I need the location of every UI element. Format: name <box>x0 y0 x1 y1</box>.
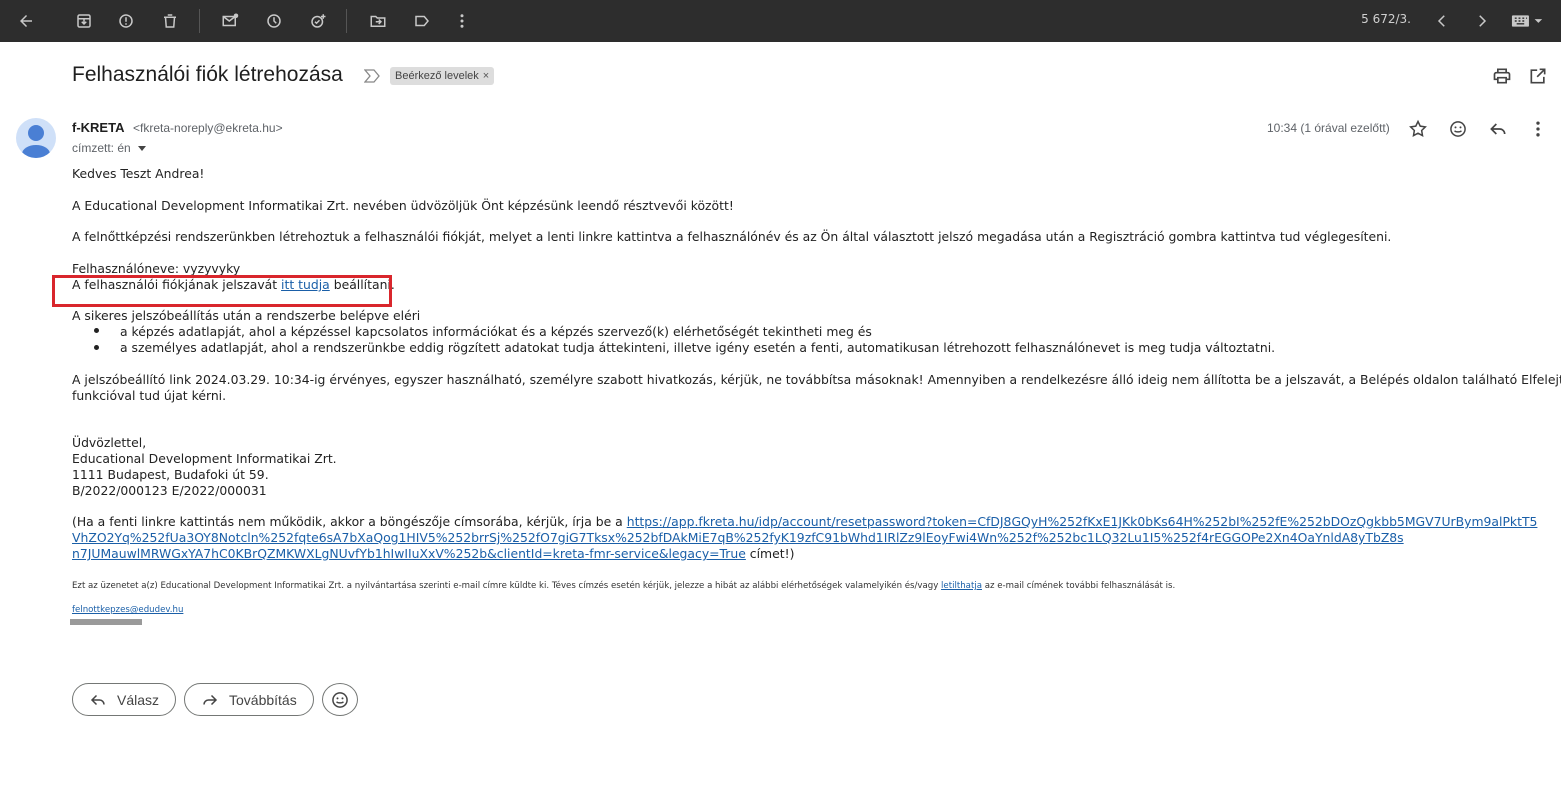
prev-icon[interactable] <box>1428 7 1456 35</box>
username-text: Felhasználóneve: vyzyvyky <box>72 261 241 276</box>
fallback-line-2: VhZO2Yq%252fUa3OY8Notcln%252fqte6sA7bXaQ… <box>72 530 1404 545</box>
sender-name[interactable]: f-KRETA <box>72 120 124 135</box>
top-toolbar: 5 672/3. <box>0 0 1561 42</box>
signature-line: 1111 Budapest, Budafoki út 59. <box>72 467 269 482</box>
contact-email-line: felnottkepzes@edudev.hu <box>72 605 183 615</box>
mark-unread-icon[interactable] <box>216 7 244 35</box>
forward-button[interactable]: Továbbítás <box>184 683 314 716</box>
show-details-icon[interactable] <box>137 145 147 153</box>
toolbar-separator <box>199 9 200 33</box>
more-vert-icon[interactable] <box>448 7 476 35</box>
sender-avatar[interactable] <box>16 118 56 158</box>
keyboard-icon[interactable] <box>1508 7 1548 35</box>
unsubscribe-link[interactable]: letilthatja <box>941 581 982 591</box>
reset-password-url-cont[interactable]: VhZO2Yq%252fUa3OY8Notcln%252fqte6sA7bXaQ… <box>72 530 1404 545</box>
forward-button-label: Továbbítás <box>229 691 297 708</box>
reply-icon[interactable] <box>1488 119 1508 139</box>
star-icon[interactable] <box>1408 119 1428 139</box>
next-icon[interactable] <box>1468 7 1496 35</box>
print-icon[interactable] <box>1492 66 1512 86</box>
emoji-icon <box>332 691 348 708</box>
account-info-text: A felnőttképzési rendszerünkben létrehoz… <box>72 229 1392 244</box>
contact-email-link[interactable]: felnottkepzes@edudev.hu <box>72 605 183 615</box>
validity-text-line-2: funkcióval tud újat kérni. <box>72 388 227 403</box>
reply-button-label: Válasz <box>117 691 160 708</box>
signature-line: Üdvözlettel, <box>72 435 147 450</box>
fallback-line-3: n7JUMauwlMRWGxYA7hC0KBrQZMKWXLgNUvfYb1hI… <box>72 546 794 561</box>
list-item: a képzés adatlapját, ahol a képzéssel ka… <box>120 324 872 339</box>
delete-icon[interactable] <box>156 7 184 35</box>
highlight-annotation-box <box>52 275 392 307</box>
importance-marker-icon[interactable] <box>364 69 380 83</box>
more-options-icon[interactable] <box>1528 119 1548 139</box>
open-new-window-icon[interactable] <box>1528 66 1548 86</box>
quoted-text-bar <box>70 619 142 625</box>
footer-disclaimer: Ezt az üzenetet a(z) Educational Develop… <box>72 581 1175 591</box>
label-icon[interactable] <box>408 7 436 35</box>
reset-password-url[interactable]: https://app.fkreta.hu/idp/account/resetp… <box>627 514 1538 529</box>
greeting-text: Kedves Teszt Andrea! <box>72 166 205 181</box>
move-to-icon[interactable] <box>364 7 392 35</box>
email-timestamp: 10:34 (1 órával ezelőtt) <box>1267 121 1390 135</box>
reply-icon <box>90 694 105 705</box>
fallback-pre-text: (Ha a fenti linkre kattintás nem működik… <box>72 514 627 529</box>
email-subject: Felhasználói fiók létrehozása <box>72 63 343 86</box>
sender-email: <fkreta-noreply@ekreta.hu> <box>133 121 283 135</box>
validity-text-line-1: A jelszóbeállító link 2024.03.29. 10:34-… <box>72 372 1561 387</box>
label-chip-inbox[interactable]: Beérkező levelek × <box>390 67 495 85</box>
fallback-line-1: (Ha a fenti linkre kattintás nem működik… <box>72 514 1537 529</box>
bullet-dot <box>94 328 99 333</box>
remove-label-icon[interactable]: × <box>483 70 489 82</box>
emoji-reaction-icon[interactable] <box>1448 119 1468 139</box>
snooze-icon[interactable] <box>260 7 288 35</box>
report-spam-icon[interactable] <box>112 7 140 35</box>
signature-line: B/2022/000123 E/2022/000031 <box>72 483 267 498</box>
footer-post-text: az e-mail címének további felhasználását… <box>981 581 1176 591</box>
list-item: a személyes adatlapját, ahol a rendszerü… <box>120 340 1276 355</box>
access-intro-text: A sikeres jelszóbeállítás után a rendsze… <box>72 308 421 323</box>
recipient-line: címzett: én <box>72 141 131 155</box>
archive-icon[interactable] <box>70 7 98 35</box>
message-counter: 5 672/3. <box>1361 12 1411 26</box>
reply-button[interactable]: Válasz <box>72 683 176 716</box>
reset-password-url-cont[interactable]: n7JUMauwlMRWGxYA7hC0KBrQZMKWXLgNUvfYb1hI… <box>72 546 746 561</box>
back-arrow-icon[interactable] <box>12 7 40 35</box>
add-task-icon[interactable] <box>304 7 332 35</box>
fallback-post-text: címet!) <box>745 546 795 561</box>
welcome-text: A Educational Development Informatikai Z… <box>72 198 734 213</box>
emoji-button[interactable] <box>322 683 358 716</box>
signature-line: Educational Development Informatikai Zrt… <box>72 451 337 466</box>
bullet-dot <box>94 345 99 350</box>
toolbar-separator <box>346 9 347 33</box>
label-chip-text: Beérkező levelek <box>395 70 479 82</box>
forward-icon <box>203 694 218 705</box>
footer-pre-text: Ezt az üzenetet a(z) Educational Develop… <box>72 581 942 591</box>
